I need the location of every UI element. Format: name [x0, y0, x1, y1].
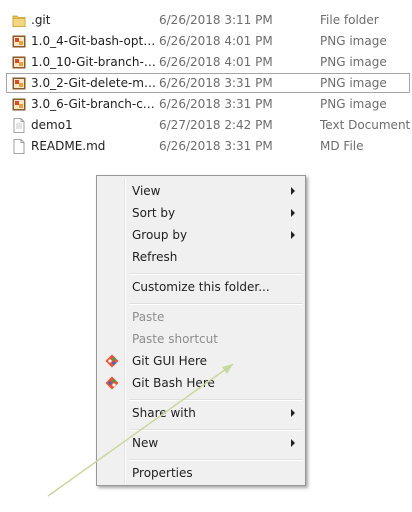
file-type: File folder [320, 13, 379, 27]
menu-item-label: Group by [132, 228, 188, 242]
menu-item-sort-by[interactable]: Sort by [99, 202, 303, 224]
file-name: 1.0_4-Git-bash-opti... [31, 34, 157, 48]
file-name: 3.0_6-Git-branch-cr... [31, 97, 157, 111]
menu-item-label: Git GUI Here [132, 354, 208, 368]
file-date: 6/27/2018 2:42 PM [159, 118, 273, 132]
submenu-arrow-icon [291, 409, 295, 417]
menu-item-label: Git Bash Here [132, 376, 215, 390]
menu-item-label: Refresh [132, 250, 178, 264]
menu-item-paste-shortcut[interactable]: Paste shortcut [99, 328, 303, 350]
menu-item-label: Properties [132, 466, 193, 480]
git-gui-icon [105, 354, 119, 368]
submenu-arrow-icon [291, 187, 295, 195]
image-icon [12, 77, 26, 90]
file-name: 1.0_10-Git-branch-f... [31, 55, 157, 69]
menu-item-label: Customize this folder... [132, 280, 270, 294]
image-icon [12, 98, 26, 111]
menu-item-git-bash-here[interactable]: Git Bash Here [99, 372, 303, 394]
file-row-image-focused[interactable]: 3.0_2-Git-delete-me... 6/26/2018 3:31 PM… [6, 73, 410, 93]
file-date: 6/26/2018 4:01 PM [159, 34, 273, 48]
file-name: README.md [31, 139, 106, 153]
menu-item-share-with[interactable]: Share with [99, 402, 303, 424]
file-name: 3.0_2-Git-delete-me... [31, 76, 157, 90]
file-row-image[interactable]: 3.0_6-Git-branch-cr... 6/26/2018 3:31 PM… [6, 94, 410, 114]
image-icon [12, 35, 26, 48]
menu-item-label: Paste shortcut [132, 332, 218, 346]
menu-separator [129, 459, 303, 461]
file-date: 6/26/2018 4:01 PM [159, 55, 273, 69]
file-date: 6/26/2018 3:11 PM [159, 13, 273, 27]
file-date: 6/26/2018 3:31 PM [159, 139, 273, 153]
file-type: PNG image [320, 97, 387, 111]
git-bash-icon [105, 376, 119, 390]
file-type: MD File [320, 139, 364, 153]
file-row-image[interactable]: 1.0_4-Git-bash-opti... 6/26/2018 4:01 PM… [6, 31, 410, 51]
menu-item-paste[interactable]: Paste [99, 306, 303, 328]
submenu-arrow-icon [291, 209, 295, 217]
file-type: PNG image [320, 76, 387, 90]
menu-item-customize-folder[interactable]: Customize this folder... [99, 276, 303, 298]
context-menu: View Sort by Group by Refresh Customize … [96, 175, 306, 486]
menu-item-group-by[interactable]: Group by [99, 224, 303, 246]
menu-item-view[interactable]: View [99, 180, 303, 202]
folder-icon [12, 15, 26, 27]
file-row-text-document[interactable]: demo1 6/27/2018 2:42 PM Text Document [6, 115, 410, 135]
document-icon [13, 118, 25, 133]
menu-item-label: View [132, 184, 161, 198]
menu-item-label: Share with [132, 406, 196, 420]
file-date: 6/26/2018 3:31 PM [159, 76, 273, 90]
document-icon [13, 139, 25, 154]
menu-item-label: Sort by [132, 206, 176, 220]
submenu-arrow-icon [291, 231, 295, 239]
file-name: .git [31, 13, 51, 27]
menu-separator [129, 399, 303, 401]
image-icon [12, 56, 26, 69]
file-name: demo1 [31, 118, 73, 132]
submenu-arrow-icon [291, 439, 295, 447]
menu-item-refresh[interactable]: Refresh [99, 246, 303, 268]
menu-item-label: New [132, 436, 159, 450]
file-row-git[interactable]: .git 6/26/2018 3:11 PM File folder [6, 10, 410, 30]
file-date: 6/26/2018 3:31 PM [159, 97, 273, 111]
menu-item-git-gui-here[interactable]: Git GUI Here [99, 350, 303, 372]
menu-item-new[interactable]: New [99, 432, 303, 454]
menu-separator [129, 429, 303, 431]
menu-item-label: Paste [132, 310, 165, 324]
file-row-image[interactable]: 1.0_10-Git-branch-f... 6/26/2018 4:01 PM… [6, 52, 410, 72]
menu-separator [129, 273, 303, 275]
file-row-md-file[interactable]: README.md 6/26/2018 3:31 PM MD File [6, 136, 410, 156]
menu-item-properties[interactable]: Properties [99, 462, 303, 484]
file-type: Text Document [320, 118, 411, 132]
file-type: PNG image [320, 34, 387, 48]
file-type: PNG image [320, 55, 387, 69]
menu-separator [129, 303, 303, 305]
